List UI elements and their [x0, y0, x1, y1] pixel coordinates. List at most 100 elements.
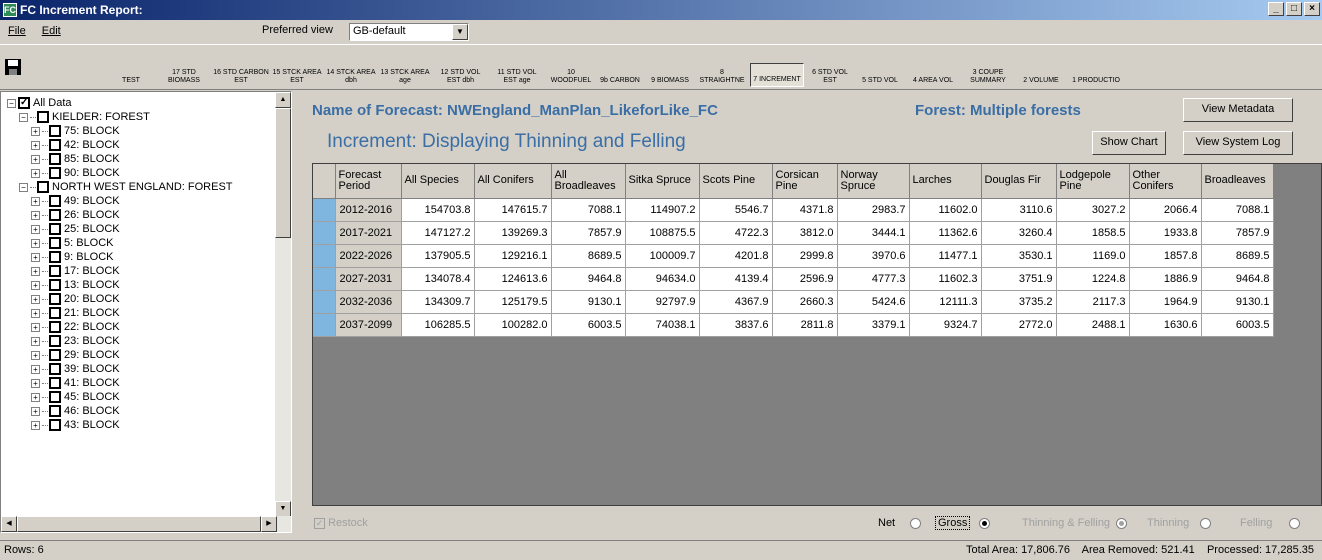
tree-item[interactable]: +75: BLOCK [31, 125, 120, 137]
scroll-left-icon[interactable]: ◀ [1, 516, 17, 532]
column-header[interactable]: Sitka Spruce [625, 164, 700, 199]
table-cell[interactable]: 3379.1 [837, 313, 910, 337]
tree-item-checkbox[interactable] [37, 111, 49, 123]
table-cell[interactable]: 1933.8 [1129, 221, 1202, 245]
table-cell[interactable]: 3110.6 [981, 198, 1057, 222]
tree-item[interactable]: +13: BLOCK [31, 279, 120, 291]
table-cell[interactable]: 3812.0 [772, 221, 838, 245]
expand-icon[interactable]: + [31, 196, 40, 206]
toolbar-report-button[interactable]: 14 STCK AREA dbh [326, 63, 376, 87]
tree-item-checkbox[interactable] [49, 251, 61, 263]
net-radio[interactable] [910, 517, 922, 529]
table-cell[interactable]: 124613.6 [474, 267, 552, 291]
tree-item-checkbox[interactable] [49, 335, 61, 347]
table-cell[interactable]: 2066.4 [1129, 198, 1202, 222]
tree-item-checkbox[interactable] [49, 237, 61, 249]
gross-radio[interactable] [979, 517, 991, 529]
table-cell[interactable]: 11362.6 [909, 221, 982, 245]
column-header[interactable]: All Species [401, 164, 475, 199]
tree-item[interactable]: − NORTH WEST ENGLAND: FOREST [19, 181, 233, 193]
table-cell[interactable]: 9464.8 [1201, 267, 1274, 291]
column-header[interactable]: All Conifers [474, 164, 552, 199]
period-cell[interactable]: 2022-2026 [335, 244, 402, 268]
table-cell[interactable]: 1886.9 [1129, 267, 1202, 291]
tree-item-checkbox[interactable] [49, 153, 61, 165]
toolbar-report-button[interactable]: 2 VOLUME [1018, 63, 1064, 87]
table-cell[interactable]: 3260.4 [981, 221, 1057, 245]
table-cell[interactable]: 137905.5 [401, 244, 475, 268]
tree-item-checkbox[interactable] [49, 293, 61, 305]
table-cell[interactable]: 3837.6 [699, 313, 773, 337]
toolbar-report-button[interactable]: 15 STCK AREA EST [272, 63, 322, 87]
toolbar-report-button[interactable]: TEST [108, 63, 154, 87]
toolbar-report-button[interactable]: 7 INCREMENT [750, 63, 804, 87]
table-cell[interactable]: 4371.8 [772, 198, 838, 222]
table-cell[interactable]: 1964.9 [1129, 290, 1202, 314]
table-cell[interactable]: 1169.0 [1056, 244, 1130, 268]
tree-item[interactable]: +42: BLOCK [31, 139, 120, 151]
table-cell[interactable]: 2660.3 [772, 290, 838, 314]
table-cell[interactable]: 1858.5 [1056, 221, 1130, 245]
table-cell[interactable]: 134078.4 [401, 267, 475, 291]
table-cell[interactable]: 2811.8 [772, 313, 838, 337]
tree-item-checkbox[interactable] [49, 307, 61, 319]
toolbar-report-button[interactable]: 4 AREA VOL [908, 63, 958, 87]
tree-item[interactable]: +9: BLOCK [31, 251, 114, 263]
table-cell[interactable]: 1630.6 [1129, 313, 1202, 337]
table-row[interactable]: 2022-2026 137905.5 129216.1 8689.5 100009.7 4… [313, 244, 1274, 268]
expand-icon[interactable]: + [31, 420, 40, 430]
collapse-icon[interactable]: − [7, 98, 16, 108]
row-selector[interactable] [313, 198, 336, 222]
thinning-felling-option[interactable]: Thinning & Felling [1022, 517, 1128, 529]
table-cell[interactable]: 100009.7 [625, 244, 700, 268]
tree-item-checkbox[interactable] [49, 139, 61, 151]
tree-item[interactable]: +21: BLOCK [31, 307, 120, 319]
expand-icon[interactable]: + [31, 392, 40, 402]
scroll-up-icon[interactable]: ▲ [275, 92, 291, 108]
table-cell[interactable]: 147615.7 [474, 198, 552, 222]
column-header[interactable]: Larches [909, 164, 982, 199]
tree-item[interactable]: +43: BLOCK [31, 419, 120, 431]
felling-option[interactable]: Felling [1240, 517, 1301, 529]
tree-item[interactable]: +17: BLOCK [31, 265, 120, 277]
table-cell[interactable]: 7857.9 [1201, 221, 1274, 245]
tree-item[interactable]: +26: BLOCK [31, 209, 120, 221]
expand-icon[interactable]: + [31, 364, 40, 374]
scroll-thumb-horizontal[interactable] [17, 516, 261, 532]
expand-icon[interactable]: + [31, 140, 40, 150]
table-cell[interactable]: 4367.9 [699, 290, 773, 314]
tree-item-checkbox[interactable] [49, 223, 61, 235]
tree-item[interactable]: − ✓ All Data [7, 97, 72, 109]
table-cell[interactable]: 125179.5 [474, 290, 552, 314]
tree-item[interactable]: +49: BLOCK [31, 195, 120, 207]
table-cell[interactable]: 1224.8 [1056, 267, 1130, 291]
tree-item[interactable]: +45: BLOCK [31, 391, 120, 403]
toolbar-report-button[interactable]: 1 PRODUCTIO [1068, 63, 1124, 87]
scroll-down-icon[interactable]: ▼ [275, 501, 291, 517]
expand-icon[interactable]: + [31, 210, 40, 220]
tree-item[interactable]: +29: BLOCK [31, 349, 120, 361]
tree-item-checkbox[interactable] [49, 265, 61, 277]
tree-item-checkbox[interactable] [49, 419, 61, 431]
expand-icon[interactable]: + [31, 406, 40, 416]
table-cell[interactable]: 139269.3 [474, 221, 552, 245]
scroll-thumb[interactable] [275, 108, 291, 238]
table-cell[interactable]: 9324.7 [909, 313, 982, 337]
tree-item-checkbox[interactable] [37, 181, 49, 193]
menu-edit[interactable]: Edit [34, 25, 69, 37]
gross-option[interactable]: Gross [935, 516, 991, 530]
toolbar-report-button[interactable]: 10 WOODFUEL [548, 63, 594, 87]
table-cell[interactable]: 114907.2 [625, 198, 700, 222]
toolbar-report-button[interactable]: 6 STD VOL EST [808, 63, 852, 87]
table-cell[interactable]: 154703.8 [401, 198, 475, 222]
view-metadata-button[interactable]: View Metadata [1183, 98, 1293, 122]
tree-item-checkbox[interactable] [49, 391, 61, 403]
table-cell[interactable]: 9464.8 [551, 267, 626, 291]
table-row[interactable]: 2037-2099 106285.5 100282.0 6003.5 74038.1 38… [313, 313, 1274, 337]
row-selector[interactable] [313, 290, 336, 314]
table-cell[interactable]: 9130.1 [551, 290, 626, 314]
toolbar-report-button[interactable]: 5 STD VOL [856, 63, 904, 87]
table-cell[interactable]: 2488.1 [1056, 313, 1130, 337]
table-cell[interactable]: 11477.1 [909, 244, 982, 268]
toolbar-report-button[interactable]: 12 STD VOL EST dbh [434, 63, 487, 87]
